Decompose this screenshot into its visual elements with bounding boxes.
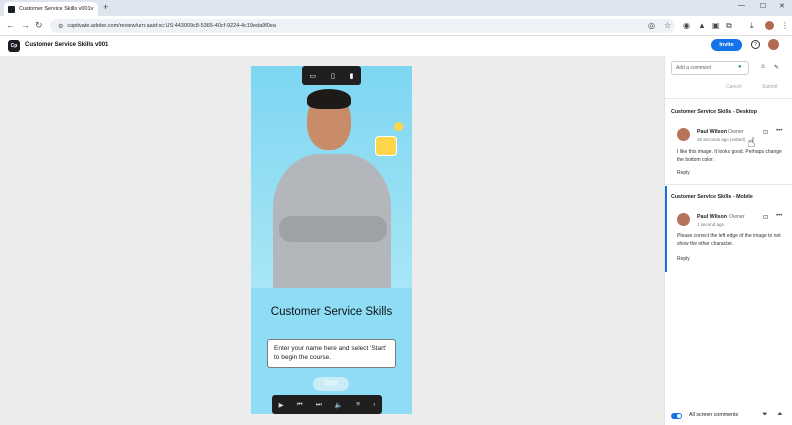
profile-avatar[interactable] (765, 21, 774, 30)
volume-icon[interactable]: 🔈 (335, 401, 343, 409)
reload-icon[interactable]: ↻ (35, 20, 43, 31)
divider (665, 98, 792, 99)
chat-emoji-icon (375, 136, 397, 156)
panel-footer: All screen comments ⏷ ⏶ (665, 407, 792, 425)
slide-hero-image (251, 66, 412, 288)
captivate-logo: Cp (8, 40, 20, 52)
commenter-avatar (677, 213, 690, 226)
comment-time: 1 second ago (697, 222, 725, 227)
hand-cursor-icon: ☝ (747, 134, 756, 150)
name-input[interactable]: Enter your name here and select 'Start' … (267, 339, 396, 368)
emoji-picker-icon[interactable]: ☺ (760, 64, 766, 70)
sort-icon[interactable]: ⏶ (777, 411, 783, 419)
preview-stage: Customer Service Skills Enter your name … (0, 56, 664, 425)
comment-author: Paul Wilson (697, 214, 727, 220)
comment-time: 35 seconds ago (edited) (697, 137, 746, 142)
captivate-favicon-icon (8, 5, 15, 13)
active-indicator (665, 186, 667, 272)
extension-icon[interactable]: ◉ (683, 21, 690, 30)
slide-preview: Customer Service Skills Enter your name … (251, 66, 412, 414)
all-screen-comments-label: All screen comments (689, 412, 739, 418)
comment-role: Owner (728, 129, 744, 135)
tab-title: Customer Service Skills v001 (19, 6, 90, 12)
maximize-icon[interactable]: ☐ (760, 2, 766, 10)
bookmark-star-icon[interactable]: ☆ (664, 21, 671, 30)
close-tab-icon[interactable]: × (90, 6, 94, 13)
close-window-icon[interactable]: ✕ (779, 2, 785, 10)
user-avatar[interactable] (768, 39, 779, 50)
minimize-icon[interactable]: — (738, 2, 745, 9)
person-hair (307, 89, 351, 109)
section-title-desktop: Customer Service Skills - Desktop (671, 109, 757, 115)
mobile-icon[interactable]: ▮ (350, 72, 354, 80)
divider (665, 184, 792, 185)
resolve-icon[interactable]: ⊡ (763, 214, 768, 221)
new-tab-button[interactable]: + (103, 2, 108, 12)
cancel-button[interactable]: Cancel (726, 84, 742, 90)
more-options-icon[interactable]: ••• (776, 213, 782, 219)
comment-role: Owner (729, 214, 745, 220)
invite-button[interactable]: Invite (711, 39, 742, 51)
all-screen-comments-toggle[interactable] (671, 413, 682, 419)
eye-off-icon[interactable]: ◎ (648, 21, 655, 30)
url-bar[interactable]: ⚙ captivate.adobe.com/review/urn:aaid:sc… (50, 19, 675, 33)
playback-bar: ▶ ⏮ ⏭ 🔈 ≡ ‹ (272, 395, 382, 414)
extension-3-icon[interactable]: ▣ (712, 21, 720, 30)
desktop-icon[interactable]: ▭ (309, 72, 316, 80)
site-info-icon[interactable]: ⚙ (58, 23, 63, 30)
extension-2-icon[interactable]: ▲ (698, 21, 706, 30)
play-icon[interactable]: ▶ (279, 401, 284, 409)
device-switcher: ▭ ▯ ▮ (302, 66, 361, 85)
emoji-icon (394, 122, 403, 131)
more-options-icon[interactable]: ••• (776, 128, 782, 134)
reply-link[interactable]: Reply (677, 170, 690, 176)
comment-body: Please correct the left edge of the imag… (677, 233, 781, 247)
comments-panel: Add a comment ● ☺ ✎ Cancel Submit Custom… (664, 56, 792, 425)
submit-button[interactable]: Submit (762, 84, 778, 90)
pin-icon[interactable]: ● (738, 64, 742, 70)
section-title-mobile: Customer Service Skills - Mobile (671, 194, 753, 200)
browser-menu-icon[interactable]: ⋮ (781, 21, 789, 30)
resolve-icon[interactable]: ⊡ (763, 129, 768, 136)
address-bar-row: ← → ↻ ⚙ captivate.adobe.com/review/urn:a… (0, 16, 792, 36)
comment-body: I like this image. It looks good. Perhap… (677, 149, 782, 163)
browser-tabstrip: Customer Service Skills v001 × + — ☐ ✕ (0, 0, 792, 16)
puzzle-icon[interactable]: ⧉ (726, 21, 732, 31)
reply-link[interactable]: Reply (677, 256, 690, 262)
commenter-avatar (677, 128, 690, 141)
browser-tab[interactable]: Customer Service Skills v001 × (4, 2, 98, 16)
download-icon[interactable]: ⤓ (750, 21, 754, 31)
rewind-icon[interactable]: ⏮ (297, 401, 303, 409)
tablet-icon[interactable]: ▯ (331, 72, 335, 80)
back-arrow-icon[interactable]: ← (6, 20, 15, 30)
toc-icon[interactable]: ≡ (356, 401, 360, 408)
slide-title: Customer Service Skills (270, 306, 393, 318)
filter-icon[interactable]: ⏷ (762, 411, 768, 419)
start-button[interactable]: Start (313, 377, 349, 391)
url-text: captivate.adobe.com/review/urn:aaid:sc:U… (67, 23, 276, 29)
collapse-icon[interactable]: ‹ (373, 401, 375, 408)
comment-author: Paul Wilson (697, 129, 727, 135)
app-header: Cp Customer Service Skills v001 Invite ? (0, 36, 792, 56)
help-icon[interactable]: ? (751, 40, 760, 49)
annotate-icon[interactable]: ✎ (774, 64, 779, 71)
person-arms (279, 216, 387, 242)
forward-arrow-icon[interactable]: → (21, 20, 30, 30)
project-title: Customer Service Skills v001 (25, 42, 109, 48)
next-icon[interactable]: ⏭ (316, 401, 322, 409)
